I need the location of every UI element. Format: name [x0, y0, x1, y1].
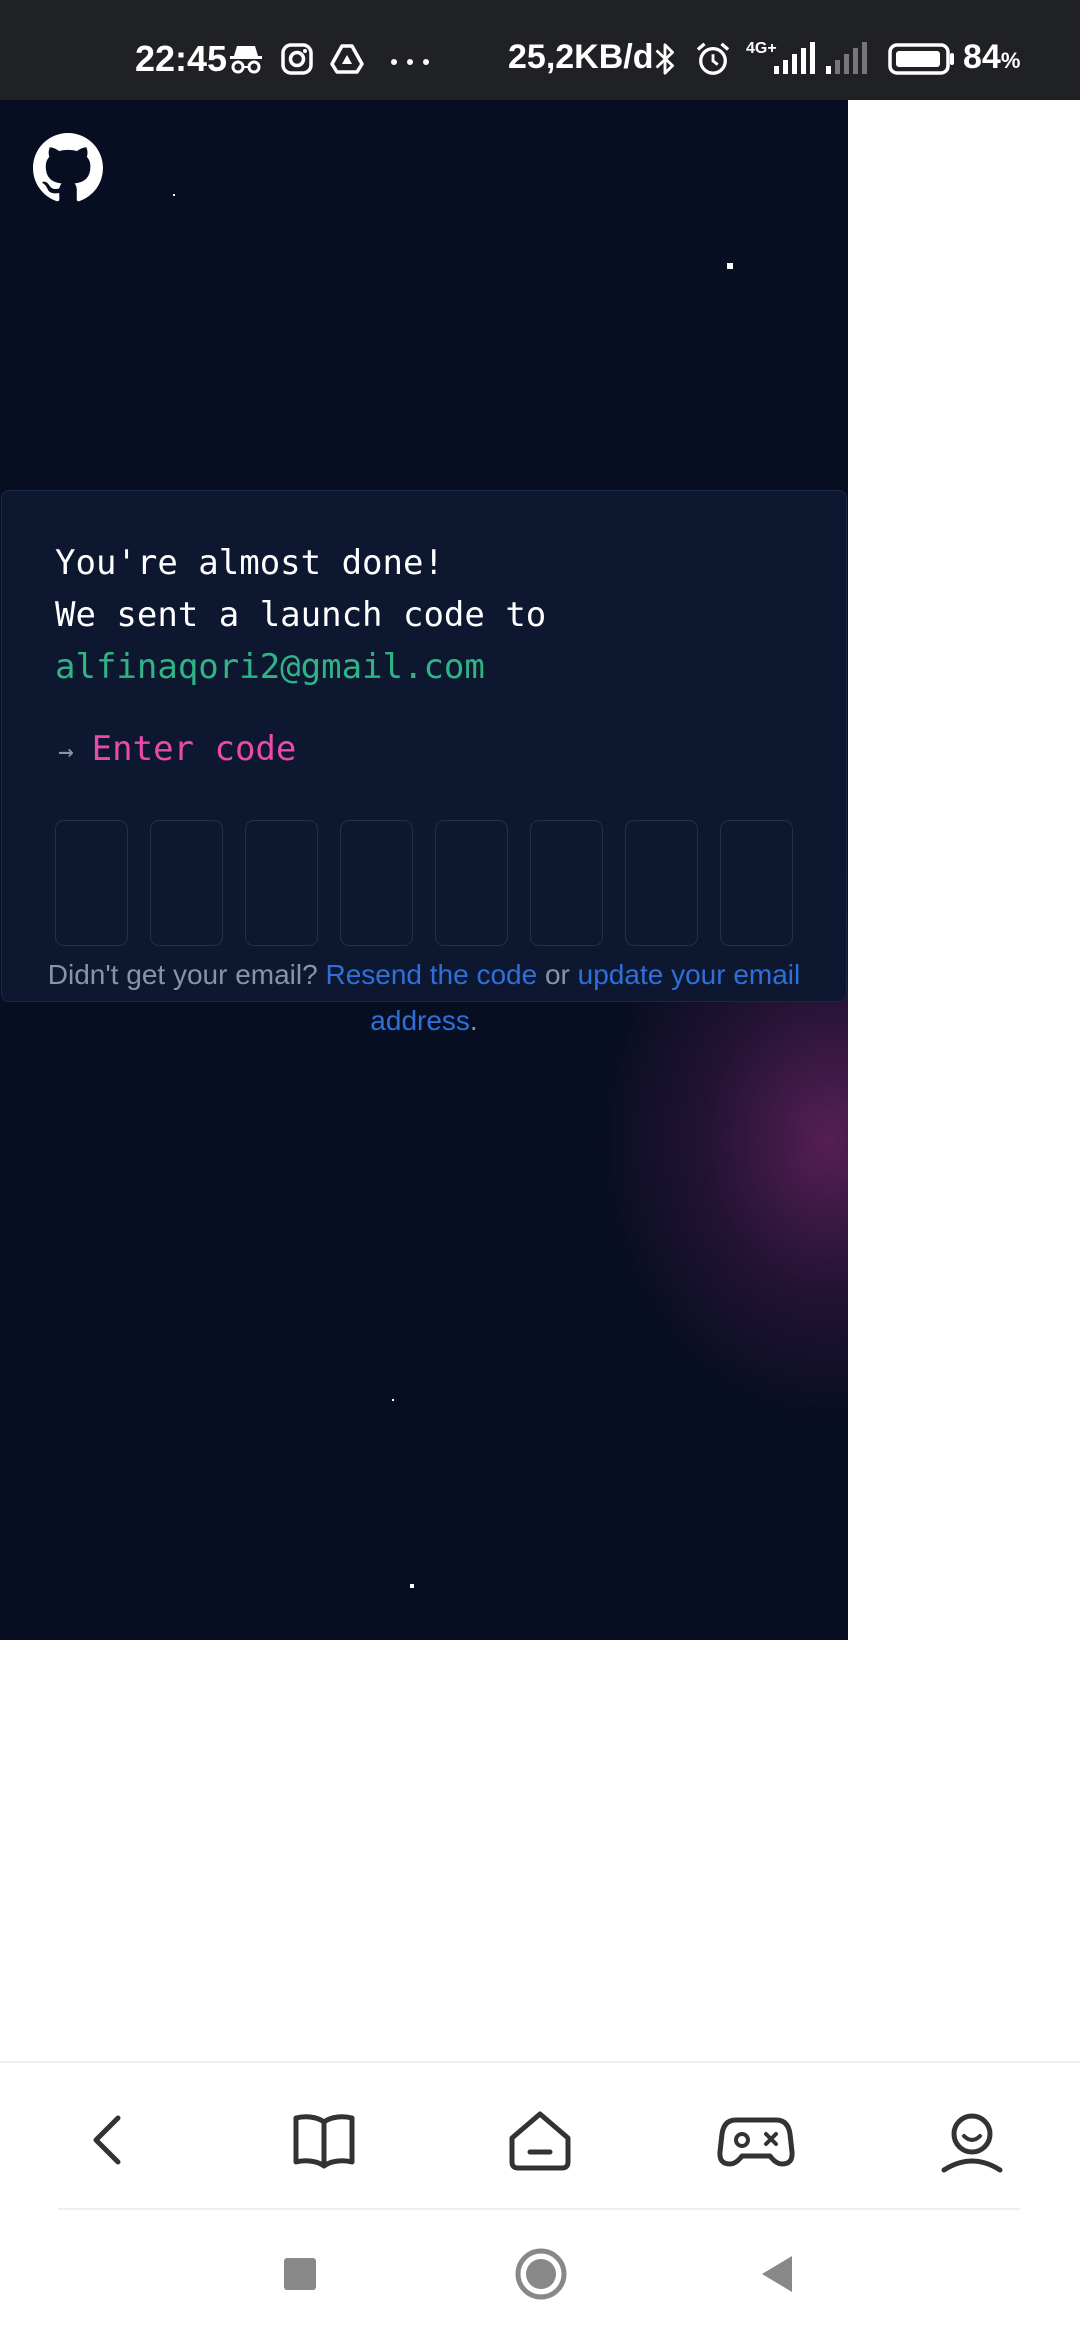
resend-help-text: Didn't get your email? Resend the code o…: [47, 959, 801, 1036]
recents-icon[interactable]: [282, 2256, 318, 2292]
profile-icon[interactable]: [932, 2100, 1012, 2180]
signal-weak-icon: [826, 42, 867, 74]
bluetooth-icon: [655, 43, 674, 75]
bookmarks-icon[interactable]: [284, 2100, 364, 2180]
back-triangle-icon[interactable]: [758, 2254, 796, 2294]
network-speed: 25,2KB/d: [508, 38, 654, 76]
code-digit-input-3[interactable]: [245, 820, 318, 946]
heading-line-1: You're almost done!: [55, 543, 444, 583]
nav-divider: [0, 2061, 1080, 2063]
star-dot: [727, 263, 733, 269]
system-nav-divider: [58, 2208, 1020, 2210]
code-digit-input-5[interactable]: [435, 820, 508, 946]
enter-code-label: Enter code: [91, 729, 297, 769]
incognito-icon: [230, 46, 262, 74]
resend-code-link[interactable]: Resend the code: [325, 959, 537, 990]
drive-icon: [330, 44, 364, 74]
instagram-icon: [281, 43, 313, 75]
battery-icon: [888, 43, 954, 75]
code-digit-input-1[interactable]: [55, 820, 128, 946]
games-icon[interactable]: [716, 2100, 796, 2180]
status-time: 22:45: [135, 38, 228, 79]
email-address: alfinaqori2@gmail.com: [55, 647, 485, 687]
code-digit-input-7[interactable]: [625, 820, 698, 946]
back-icon[interactable]: [68, 2100, 148, 2180]
code-digit-input-6[interactable]: [530, 820, 603, 946]
star-dot: [392, 1399, 394, 1401]
code-digit-input-8[interactable]: [720, 820, 793, 946]
status-bar: 22:45 25,2KB/d 4G+ 84%: [0, 0, 1080, 100]
enter-code-prompt: → Enter code: [58, 729, 296, 769]
star-dot: [173, 194, 175, 196]
home-icon[interactable]: [500, 2100, 580, 2180]
github-icon[interactable]: [33, 133, 103, 203]
code-digit-input-2[interactable]: [150, 820, 223, 946]
signal-icon: [774, 42, 815, 74]
heading-line-2: We sent a launch code to: [55, 595, 547, 635]
star-dot: [410, 1584, 414, 1588]
alarm-icon: [696, 42, 730, 75]
more-dots-icon: [391, 59, 429, 65]
verification-page: You're almost done! We sent a launch cod…: [0, 100, 848, 1640]
arrow-right-icon: →: [58, 737, 74, 767]
code-digit-input-4[interactable]: [340, 820, 413, 946]
home-circle-icon[interactable]: [514, 2247, 568, 2301]
launch-code-card: You're almost done! We sent a launch cod…: [1, 490, 847, 1002]
battery-level: 84%: [963, 38, 1021, 76]
